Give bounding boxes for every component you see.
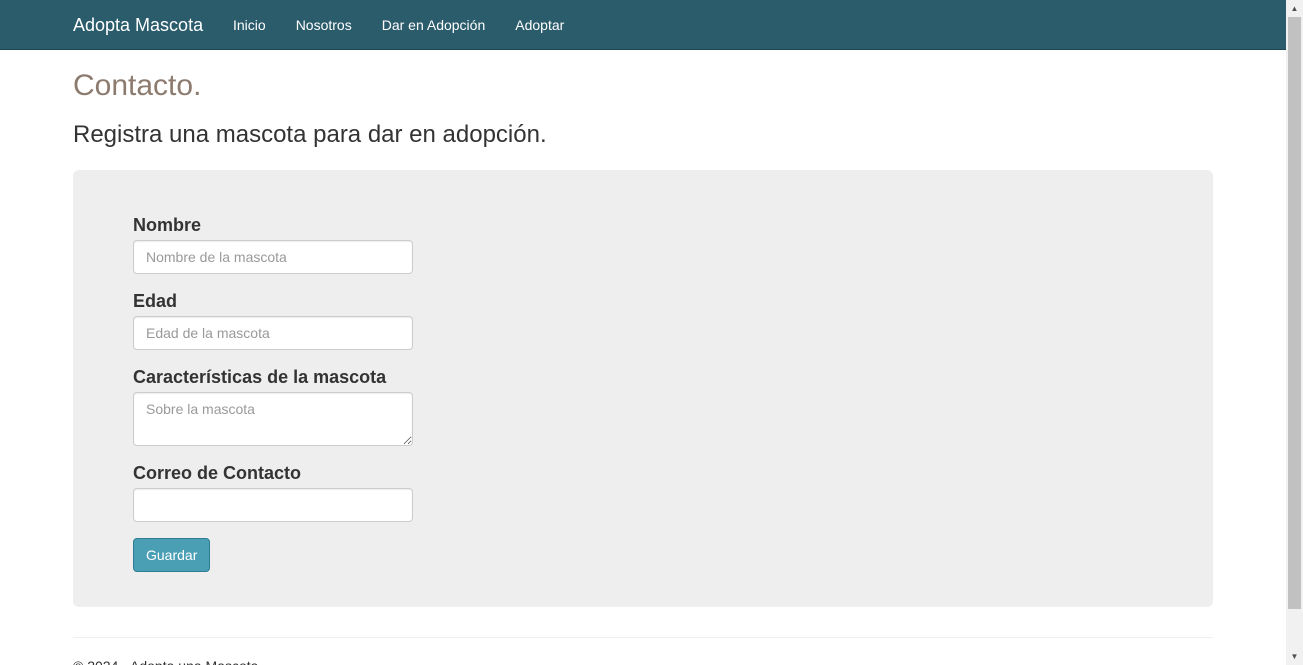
edad-input[interactable] [133,316,413,350]
page: Adopta Mascota Inicio Nosotros Dar en Ad… [0,0,1303,665]
nombre-input[interactable] [133,240,413,274]
vertical-scrollbar[interactable]: ▲ ▼ [1286,0,1303,665]
caracteristicas-textarea[interactable] [133,392,413,446]
footer-text: © 2024 - Adopta una Mascota [73,656,258,665]
adoption-form: Nombre Edad Características de la mascot… [133,214,413,572]
footer-divider [73,637,1213,638]
correo-label: Correo de Contacto [133,463,302,483]
caracteristicas-label: Características de la mascota [133,367,387,387]
nav-link-nosotros[interactable]: Nosotros [281,0,367,50]
navbar-brand[interactable]: Adopta Mascota [73,0,203,50]
correo-input[interactable] [133,488,413,522]
nav-link-dar-en-adopcion[interactable]: Dar en Adopción [367,0,501,50]
edad-label: Edad [133,291,178,311]
scrollbar-thumb[interactable] [1288,17,1301,609]
nav-links: Inicio Nosotros Dar en Adopción Adoptar [218,0,579,50]
nombre-label: Nombre [133,215,202,235]
scroll-down-arrow-icon[interactable]: ▼ [1286,648,1303,665]
nav-link-adoptar[interactable]: Adoptar [500,0,579,50]
nav-link-inicio[interactable]: Inicio [218,0,281,50]
form-panel: Nombre Edad Características de la mascot… [73,170,1213,607]
guardar-button[interactable]: Guardar [133,538,211,572]
scroll-up-arrow-icon[interactable]: ▲ [1286,0,1303,17]
page-title: Contacto. [73,69,202,102]
navbar: Adopta Mascota Inicio Nosotros Dar en Ad… [0,0,1286,50]
page-subtitle: Registra una mascota para dar en adopció… [73,121,547,148]
